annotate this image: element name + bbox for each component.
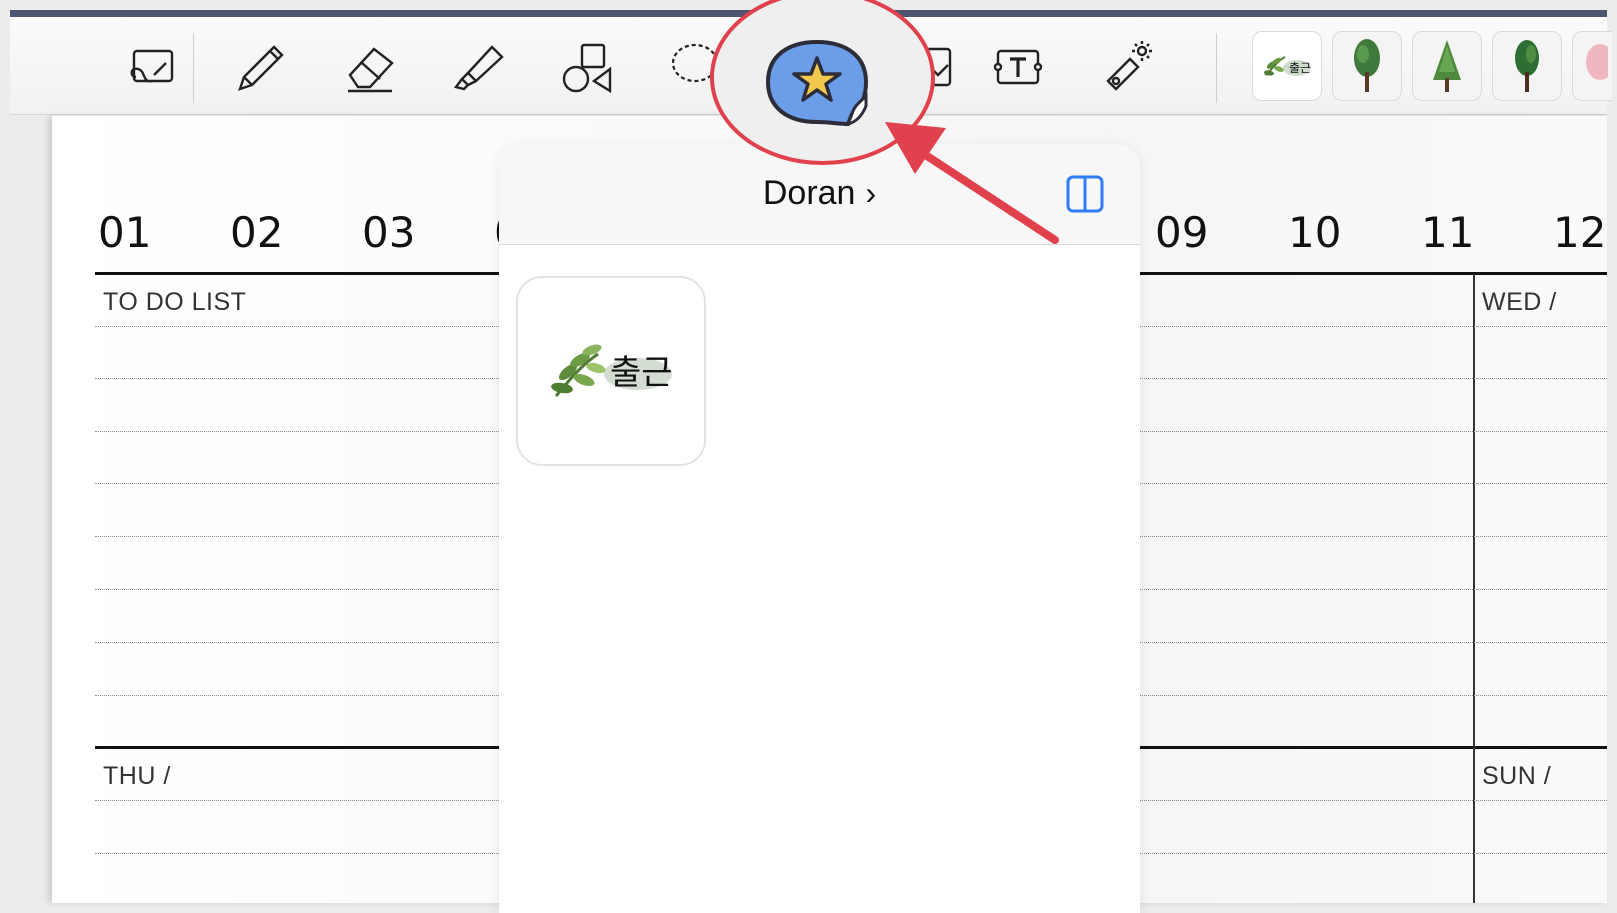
eraser-icon[interactable] <box>340 37 400 97</box>
sticker-thumb-text: 출근 <box>1289 61 1311 75</box>
month-11[interactable]: 11 <box>1421 208 1474 257</box>
tree-icon <box>1515 40 1539 92</box>
leaf-icon: 출근 <box>551 344 673 397</box>
split-view-button[interactable] <box>1065 174 1105 214</box>
month-02[interactable]: 02 <box>230 208 283 257</box>
sticker-collection-title[interactable]: Doran › <box>499 174 1140 213</box>
month-12[interactable]: 12 <box>1553 208 1606 257</box>
month-10[interactable]: 10 <box>1288 208 1341 257</box>
sticker-item[interactable]: 출근 <box>516 276 706 466</box>
lasso-text-icon[interactable] <box>122 37 182 97</box>
sticker-text: 출근 <box>610 353 673 393</box>
sun-label: SUN / <box>1482 762 1552 790</box>
month-03[interactable]: 03 <box>362 208 415 257</box>
highlighter-icon[interactable] <box>448 37 508 97</box>
month-09[interactable]: 09 <box>1155 208 1208 257</box>
text-box-icon[interactable] <box>988 37 1048 97</box>
todo-list-label: TO DO LIST <box>103 288 247 316</box>
laser-pointer-icon[interactable] <box>1096 37 1156 97</box>
pine-tree-icon <box>1433 40 1461 92</box>
favorite-sticker-2[interactable] <box>1332 31 1402 101</box>
sticker-popover: Doran › 출근 <box>499 144 1140 913</box>
favorite-sticker-5[interactable] <box>1572 31 1612 101</box>
split-view-icon <box>1066 175 1104 213</box>
wed-label: WED / <box>1482 288 1557 316</box>
sticker-tool-button[interactable] <box>758 36 876 128</box>
chevron-right-icon[interactable]: › <box>865 175 876 211</box>
favorite-sticker-4[interactable] <box>1492 31 1562 101</box>
leaf-icon: 출근 <box>1264 56 1311 76</box>
collection-name[interactable]: Doran <box>763 174 856 212</box>
pink-tree-icon <box>1585 44 1608 80</box>
tree-icon <box>1354 39 1380 92</box>
shapes-icon[interactable] <box>558 37 618 97</box>
thu-label: THU / <box>103 762 171 790</box>
month-01[interactable]: 01 <box>98 208 151 257</box>
favorite-sticker-3[interactable] <box>1412 31 1482 101</box>
favorite-sticker-1[interactable]: 출근 <box>1252 31 1322 101</box>
pen-icon[interactable] <box>230 37 290 97</box>
sticker-icon <box>765 39 869 127</box>
